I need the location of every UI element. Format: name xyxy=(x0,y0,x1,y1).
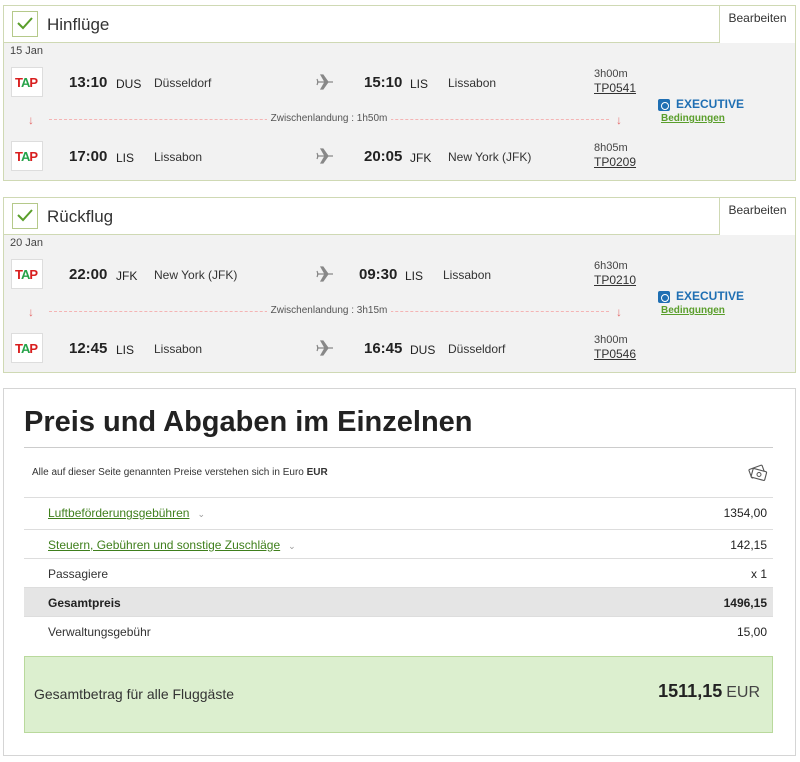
plane-icon xyxy=(316,148,333,164)
arrival-code: DUS xyxy=(410,343,436,357)
taxes-link[interactable]: Steuern, Gebühren und sonstige Zuschläge… xyxy=(48,538,296,552)
arrival-city: Lissabon xyxy=(443,268,492,282)
price-row-total: Gesamtpreis 1496,15 xyxy=(24,587,773,616)
arrow-down-icon: ↓ xyxy=(616,113,622,127)
segment-duration: 3h00m xyxy=(594,68,628,80)
departure-city: New York (JFK) xyxy=(154,268,238,282)
chevron-down-icon: ⌄ xyxy=(288,541,296,551)
check-icon xyxy=(12,203,38,229)
tap-logo-icon: TAP xyxy=(11,259,43,289)
leg-date: 20 Jan xyxy=(10,237,44,249)
grand-total-label: Gesamtbetrag für alle Fluggäste xyxy=(34,686,234,702)
row-value: 1496,15 xyxy=(723,596,767,610)
arrival-time: 09:30 xyxy=(359,266,398,283)
row-label: Passagiere xyxy=(48,567,109,581)
row-value: 142,15 xyxy=(730,538,767,552)
row-value: x 1 xyxy=(750,567,767,581)
flight-number-link[interactable]: TP0209 xyxy=(594,155,636,169)
arrival-code: JFK xyxy=(410,151,432,165)
row-label: Verwaltungsgebühr xyxy=(48,625,151,639)
arrow-down-icon: ↓ xyxy=(616,305,622,319)
plane-icon xyxy=(316,266,333,282)
money-icon xyxy=(748,464,768,481)
arrival-time: 16:45 xyxy=(364,340,403,357)
flight-number-link[interactable]: TP0210 xyxy=(594,273,636,287)
grand-total-currency: EUR xyxy=(726,684,760,701)
stopover-text: Zwischenlandung : 3h15m xyxy=(266,305,392,316)
plane-icon xyxy=(316,340,333,356)
row-value: 15,00 xyxy=(736,625,767,639)
flight-segment: TAP 12:45 LIS Lissabon 16:45 DUS Düsseld… xyxy=(4,331,795,367)
currency-note: Alle auf dieser Seite genannten Preise v… xyxy=(32,467,328,478)
row-label: Luftbeförderungsgebühren xyxy=(48,506,190,520)
chevron-down-icon: ⌄ xyxy=(197,509,205,519)
leg-date: 15 Jan xyxy=(10,45,44,57)
grand-total-value: 1511,15 EUR xyxy=(658,681,760,702)
arrival-code: LIS xyxy=(410,77,429,91)
executive-icon xyxy=(658,99,670,111)
departure-code: JFK xyxy=(116,269,138,283)
row-value: 1354,00 xyxy=(723,506,767,520)
stopover-text: Zwischenlandung : 1h50m xyxy=(266,113,392,124)
edit-button[interactable]: Bearbeiten xyxy=(719,6,795,43)
price-row: Passagiere x 1 xyxy=(24,558,773,587)
departure-code: LIS xyxy=(116,343,135,357)
grand-total: Gesamtbetrag für alle Fluggäste 1511,15 E… xyxy=(24,656,773,733)
price-row: Luftbeförderungsgebühren ⌄ 1354,00 xyxy=(24,497,773,526)
executive-icon xyxy=(658,291,670,303)
segment-duration: 8h05m xyxy=(594,142,628,154)
price-row: Verwaltungsgebühr 15,00 xyxy=(24,616,773,645)
departure-time: 12:45 xyxy=(69,340,108,357)
conditions-link[interactable]: Bedingungen xyxy=(661,305,725,316)
departure-code: DUS xyxy=(116,77,142,91)
segment-duration: 3h00m xyxy=(594,334,628,346)
arrival-city: Lissabon xyxy=(448,76,497,90)
segment-duration: 6h30m xyxy=(594,260,628,272)
leg-title: Rückflug xyxy=(47,207,114,226)
tap-logo-icon: TAP xyxy=(11,67,43,97)
row-label: Steuern, Gebühren und sonstige Zuschläge xyxy=(48,538,281,552)
price-breakdown: Preis und Abgaben im Einzelnen Alle auf … xyxy=(3,388,796,756)
arrival-time: 15:10 xyxy=(364,74,403,91)
flight-segment: TAP 17:00 LIS Lissabon 20:05 JFK New Yor… xyxy=(4,139,795,175)
departure-code: LIS xyxy=(116,151,135,165)
arrival-city: New York (JFK) xyxy=(448,150,532,164)
tap-logo-icon: TAP xyxy=(11,333,43,363)
edit-button[interactable]: Bearbeiten xyxy=(719,198,795,235)
departure-city: Lissabon xyxy=(154,150,203,164)
price-title: Preis und Abgaben im Einzelnen xyxy=(24,406,473,438)
currency-note-text: Alle auf dieser Seite genannten Preise v… xyxy=(32,467,304,478)
grand-total-amount: 1511,15 xyxy=(658,681,723,701)
departure-city: Düsseldorf xyxy=(154,76,212,90)
flight-segment: TAP 22:00 JFK New York (JFK) 09:30 LIS L… xyxy=(4,257,795,293)
arrival-city: Düsseldorf xyxy=(448,342,506,356)
cabin-name: EXECUTIVE xyxy=(676,289,745,303)
departure-time: 13:10 xyxy=(69,74,108,91)
airfare-link[interactable]: Luftbeförderungsgebühren ⌄ xyxy=(48,506,205,520)
row-label: Gesamtpreis xyxy=(48,596,121,610)
leg-header: Rückflug Bearbeiten xyxy=(4,198,795,235)
arrival-code: LIS xyxy=(405,269,424,283)
check-icon xyxy=(12,11,38,37)
leg-title: Hinflüge xyxy=(47,15,110,34)
flight-segment: TAP 13:10 DUS Düsseldorf 15:10 LIS Lissa… xyxy=(4,65,795,101)
flight-number-link[interactable]: TP0541 xyxy=(594,81,636,95)
conditions-link[interactable]: Bedingungen xyxy=(661,113,725,124)
arrival-time: 20:05 xyxy=(364,148,403,165)
return-leg: Rückflug Bearbeiten 20 Jan TAP 22:00 JFK… xyxy=(3,197,796,373)
flight-number-link[interactable]: TP0546 xyxy=(594,347,636,361)
departure-time: 17:00 xyxy=(69,148,108,165)
leg-header: Hinflüge Bearbeiten xyxy=(4,6,795,43)
price-row: Steuern, Gebühren und sonstige Zuschläge… xyxy=(24,529,773,558)
plane-icon xyxy=(316,74,333,90)
tap-logo-icon: TAP xyxy=(11,141,43,171)
departure-city: Lissabon xyxy=(154,342,203,356)
currency-code: EUR xyxy=(306,467,328,478)
departure-time: 22:00 xyxy=(69,266,108,283)
divider xyxy=(24,447,773,448)
outbound-leg: Hinflüge Bearbeiten 15 Jan TAP 13:10 DUS… xyxy=(3,5,796,181)
cabin-name: EXECUTIVE xyxy=(676,97,745,111)
